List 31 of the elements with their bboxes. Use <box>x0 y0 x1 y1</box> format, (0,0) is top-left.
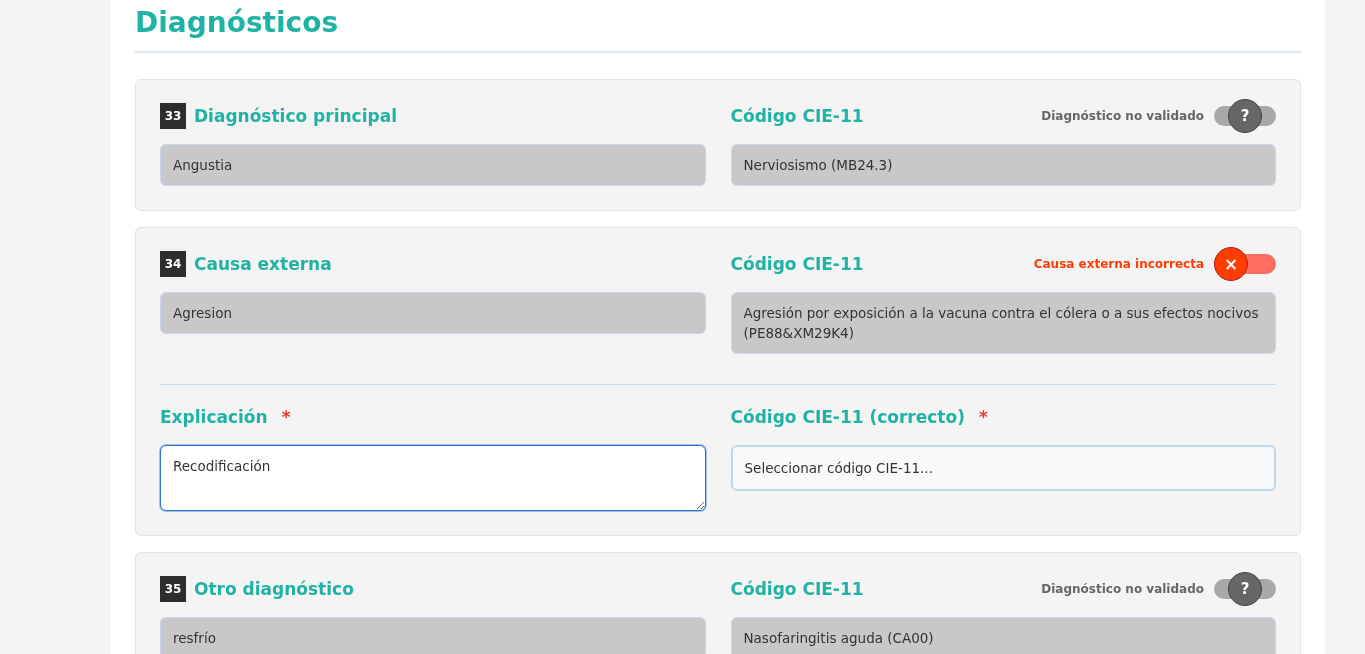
validation-toggle[interactable]: ? <box>1214 572 1276 606</box>
field-label: Código CIE-11 (correcto) <box>730 407 965 427</box>
field-label: Causa externa <box>194 254 332 274</box>
field-label: Código CIE-11 <box>730 106 864 126</box>
number-badge: 33 <box>160 103 186 129</box>
validation-toggle[interactable]: ? <box>1214 99 1276 133</box>
validation-toggle[interactable]: × <box>1214 247 1276 281</box>
field-label: Código CIE-11 <box>730 254 864 274</box>
code-field: Nasofaringitis aguda (CA00) <box>730 617 1276 654</box>
required-mark: * <box>281 407 291 427</box>
status-text: Diagnóstico no validado <box>1041 582 1204 596</box>
close-icon: × <box>1214 247 1248 281</box>
question-icon: ? <box>1228 572 1262 606</box>
status-text: Diagnóstico no validado <box>1041 109 1204 123</box>
required-mark: * <box>978 407 988 427</box>
number-badge: 34 <box>160 251 186 277</box>
diagnosis-field: Agresion <box>160 292 706 334</box>
diagnosis-field: resfrío <box>160 617 706 654</box>
field-label: Diagnóstico principal <box>194 106 397 126</box>
field-label: Explicación <box>160 407 268 427</box>
number-badge: 35 <box>160 576 186 602</box>
field-label: Otro diagnóstico <box>194 579 354 599</box>
explanation-field[interactable]: Recodificación <box>160 445 706 511</box>
code-field: Nerviosismo (MB24.3) <box>730 144 1276 186</box>
page-title: Diagnósticos <box>135 6 1301 53</box>
question-icon: ? <box>1228 99 1262 133</box>
diagnosis-field: Angustia <box>160 144 706 186</box>
code-select-field[interactable]: Seleccionar código CIE-11... <box>730 445 1276 491</box>
code-field: Agresión por exposición a la vacuna contra el cólera o a sus efectos nocivos (PE88&XM29K4) <box>730 292 1276 354</box>
status-text: Causa externa incorrecta <box>1033 257 1204 271</box>
field-label: Código CIE-11 <box>730 579 864 599</box>
